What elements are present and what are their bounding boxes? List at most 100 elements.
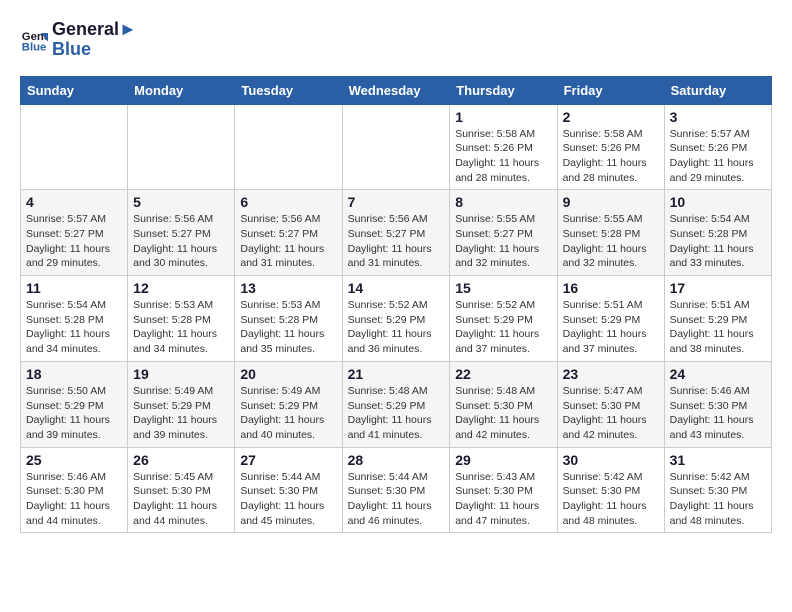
day-number: 16 [563, 280, 659, 296]
day-number: 12 [133, 280, 229, 296]
day-info: Sunrise: 5:55 AM Sunset: 5:27 PM Dayligh… [455, 212, 551, 271]
calendar-cell: 24 Sunrise: 5:46 AM Sunset: 5:30 PM Dayli… [664, 361, 771, 447]
calendar-cell: 20Sunrise: 5:49 AM Sunset: 5:29 PM Dayli… [235, 361, 342, 447]
day-info: Sunrise: 5:43 AM Sunset: 5:30 PM Dayligh… [455, 470, 551, 529]
calendar-cell: 9 Sunrise: 5:55 AM Sunset: 5:28 PM Daylig… [557, 190, 664, 276]
day-info: Sunrise: 5:55 AM Sunset: 5:28 PM Dayligh… [563, 212, 659, 271]
day-info: Sunrise: 5:50 AM Sunset: 5:29 PM Dayligh… [26, 384, 122, 443]
day-number: 25 [26, 452, 122, 468]
calendar-cell: 6Sunrise: 5:56 AM Sunset: 5:27 PM Daylig… [235, 190, 342, 276]
day-info: Sunrise: 5:57 AM Sunset: 5:27 PM Dayligh… [26, 212, 122, 271]
day-number: 1 [455, 109, 551, 125]
day-number: 23 [563, 366, 659, 382]
day-info: Sunrise: 5:49 AM Sunset: 5:29 PM Dayligh… [133, 384, 229, 443]
calendar-cell: 13 Sunrise: 5:53 AM Sunset: 5:28 PM Dayli… [235, 276, 342, 362]
weekday-thursday: Thursday [450, 76, 557, 104]
day-number: 11 [26, 280, 122, 296]
calendar-cell: 5 Sunrise: 5:56 AM Sunset: 5:27 PM Daylig… [128, 190, 235, 276]
day-number: 20 [240, 366, 336, 382]
day-info: Sunrise: 5:52 AM Sunset: 5:29 PM Dayligh… [348, 298, 445, 357]
calendar-cell: 28Sunrise: 5:44 AM Sunset: 5:30 PM Dayli… [342, 447, 450, 533]
calendar-cell: 17 Sunrise: 5:51 AM Sunset: 5:29 PM Dayli… [664, 276, 771, 362]
calendar-cell: 31Sunrise: 5:42 AM Sunset: 5:30 PM Dayli… [664, 447, 771, 533]
day-number: 2 [563, 109, 659, 125]
day-info: Sunrise: 5:56 AM Sunset: 5:27 PM Dayligh… [133, 212, 229, 271]
weekday-friday: Friday [557, 76, 664, 104]
day-number: 17 [670, 280, 766, 296]
calendar-cell: 8 Sunrise: 5:55 AM Sunset: 5:27 PM Daylig… [450, 190, 557, 276]
calendar-cell: 29 Sunrise: 5:43 AM Sunset: 5:30 PM Dayli… [450, 447, 557, 533]
calendar-cell: 23 Sunrise: 5:47 AM Sunset: 5:30 PM Dayli… [557, 361, 664, 447]
calendar-cell: 21 Sunrise: 5:48 AM Sunset: 5:29 PM Dayli… [342, 361, 450, 447]
weekday-saturday: Saturday [664, 76, 771, 104]
calendar-cell: 1 Sunrise: 5:58 AM Sunset: 5:26 PM Daylig… [450, 104, 557, 190]
calendar-cell: 2Sunrise: 5:58 AM Sunset: 5:26 PM Daylig… [557, 104, 664, 190]
weekday-header-row: SundayMondayTuesdayWednesdayThursdayFrid… [21, 76, 772, 104]
day-info: Sunrise: 5:53 AM Sunset: 5:28 PM Dayligh… [133, 298, 229, 357]
weekday-sunday: Sunday [21, 76, 128, 104]
calendar-cell: 18 Sunrise: 5:50 AM Sunset: 5:29 PM Dayli… [21, 361, 128, 447]
day-number: 9 [563, 194, 659, 210]
calendar-week-2: 4 Sunrise: 5:57 AM Sunset: 5:27 PM Daylig… [21, 190, 772, 276]
logo-line2: Blue [52, 40, 137, 60]
day-info: Sunrise: 5:45 AM Sunset: 5:30 PM Dayligh… [133, 470, 229, 529]
day-number: 15 [455, 280, 551, 296]
calendar-cell: 19 Sunrise: 5:49 AM Sunset: 5:29 PM Dayli… [128, 361, 235, 447]
weekday-tuesday: Tuesday [235, 76, 342, 104]
weekday-monday: Monday [128, 76, 235, 104]
day-info: Sunrise: 5:42 AM Sunset: 5:30 PM Dayligh… [563, 470, 659, 529]
calendar-cell [21, 104, 128, 190]
day-number: 19 [133, 366, 229, 382]
calendar-week-4: 18 Sunrise: 5:50 AM Sunset: 5:29 PM Dayli… [21, 361, 772, 447]
day-number: 10 [670, 194, 766, 210]
day-number: 14 [348, 280, 445, 296]
day-info: Sunrise: 5:58 AM Sunset: 5:26 PM Dayligh… [455, 127, 551, 186]
day-number: 26 [133, 452, 229, 468]
svg-text:Blue: Blue [22, 41, 47, 53]
day-info: Sunrise: 5:46 AM Sunset: 5:30 PM Dayligh… [26, 470, 122, 529]
day-info: Sunrise: 5:47 AM Sunset: 5:30 PM Dayligh… [563, 384, 659, 443]
calendar-cell [128, 104, 235, 190]
weekday-wednesday: Wednesday [342, 76, 450, 104]
calendar-cell: 12 Sunrise: 5:53 AM Sunset: 5:28 PM Dayli… [128, 276, 235, 362]
calendar-cell: 11 Sunrise: 5:54 AM Sunset: 5:28 PM Dayli… [21, 276, 128, 362]
day-number: 29 [455, 452, 551, 468]
day-number: 31 [670, 452, 766, 468]
calendar-cell [235, 104, 342, 190]
day-info: Sunrise: 5:46 AM Sunset: 5:30 PM Dayligh… [670, 384, 766, 443]
logo: General Blue General► Blue [20, 20, 137, 60]
page-header: General Blue General► Blue [20, 20, 772, 60]
calendar-table: SundayMondayTuesdayWednesdayThursdayFrid… [20, 76, 772, 534]
day-number: 28 [348, 452, 445, 468]
calendar-cell: 4 Sunrise: 5:57 AM Sunset: 5:27 PM Daylig… [21, 190, 128, 276]
calendar-cell: 22 Sunrise: 5:48 AM Sunset: 5:30 PM Dayli… [450, 361, 557, 447]
day-number: 5 [133, 194, 229, 210]
day-number: 22 [455, 366, 551, 382]
calendar-cell: 15 Sunrise: 5:52 AM Sunset: 5:29 PM Dayli… [450, 276, 557, 362]
day-info: Sunrise: 5:51 AM Sunset: 5:29 PM Dayligh… [670, 298, 766, 357]
logo-line1: General► [52, 20, 137, 40]
day-number: 21 [348, 366, 445, 382]
calendar-cell: 27 Sunrise: 5:44 AM Sunset: 5:30 PM Dayli… [235, 447, 342, 533]
day-number: 6 [240, 194, 336, 210]
day-info: Sunrise: 5:48 AM Sunset: 5:29 PM Dayligh… [348, 384, 445, 443]
day-info: Sunrise: 5:52 AM Sunset: 5:29 PM Dayligh… [455, 298, 551, 357]
logo-icon: General Blue [20, 26, 48, 54]
day-number: 3 [670, 109, 766, 125]
day-info: Sunrise: 5:44 AM Sunset: 5:30 PM Dayligh… [240, 470, 336, 529]
day-number: 24 [670, 366, 766, 382]
day-info: Sunrise: 5:56 AM Sunset: 5:27 PM Dayligh… [348, 212, 445, 271]
day-number: 18 [26, 366, 122, 382]
calendar-cell [342, 104, 450, 190]
day-number: 8 [455, 194, 551, 210]
day-info: Sunrise: 5:54 AM Sunset: 5:28 PM Dayligh… [26, 298, 122, 357]
calendar-cell: 3Sunrise: 5:57 AM Sunset: 5:26 PM Daylig… [664, 104, 771, 190]
day-info: Sunrise: 5:53 AM Sunset: 5:28 PM Dayligh… [240, 298, 336, 357]
day-number: 13 [240, 280, 336, 296]
day-number: 27 [240, 452, 336, 468]
day-number: 4 [26, 194, 122, 210]
day-info: Sunrise: 5:48 AM Sunset: 5:30 PM Dayligh… [455, 384, 551, 443]
calendar-cell: 10Sunrise: 5:54 AM Sunset: 5:28 PM Dayli… [664, 190, 771, 276]
calendar-week-1: 1 Sunrise: 5:58 AM Sunset: 5:26 PM Daylig… [21, 104, 772, 190]
calendar-week-3: 11 Sunrise: 5:54 AM Sunset: 5:28 PM Dayli… [21, 276, 772, 362]
